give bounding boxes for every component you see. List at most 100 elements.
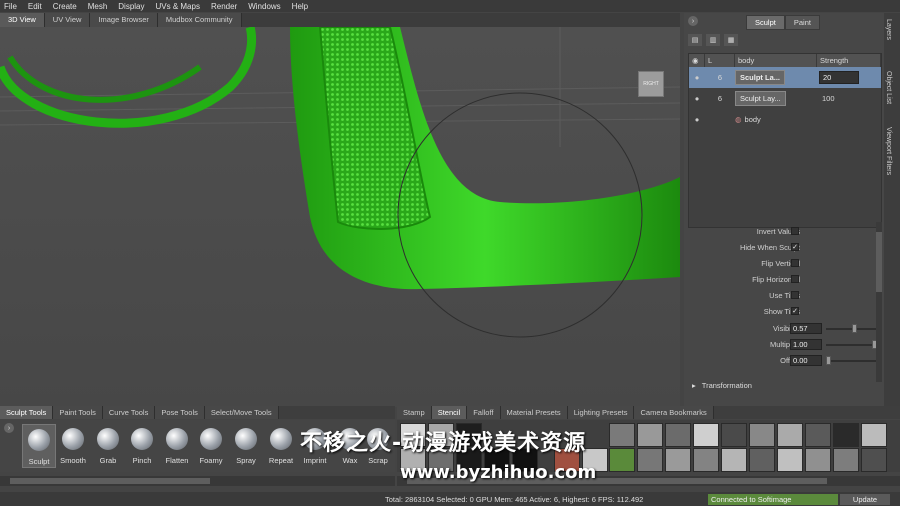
update-button[interactable]: Update xyxy=(840,494,890,505)
expand-arrow-icon[interactable]: ▸ xyxy=(692,381,696,390)
tab-falloff[interactable]: Falloff xyxy=(467,406,501,419)
stencil-thumbnail[interactable] xyxy=(777,448,803,472)
tab-image-browser[interactable]: Image Browser xyxy=(90,13,158,27)
tab-curve-tools[interactable]: Curve Tools xyxy=(102,406,156,419)
stencil-thumbnail[interactable] xyxy=(637,448,663,472)
tab-material-presets[interactable]: Material Presets xyxy=(500,406,568,419)
tab-camera-bookmarks[interactable]: Camera Bookmarks xyxy=(634,406,714,419)
tool-repeat[interactable]: Repeat xyxy=(264,424,298,468)
layer-name-button[interactable]: Sculpt La... xyxy=(735,70,786,85)
stencil-thumbnail[interactable] xyxy=(833,448,859,472)
tab-pose-tools[interactable]: Pose Tools xyxy=(155,406,205,419)
stencil-thumbnail[interactable] xyxy=(609,448,635,472)
collapse-arrow-icon[interactable]: › xyxy=(688,16,698,26)
tab-lighting-presets[interactable]: Lighting Presets xyxy=(567,406,635,419)
tab-sculpt-tools[interactable]: Sculpt Tools xyxy=(0,406,54,419)
tab-uv-view[interactable]: UV View xyxy=(44,13,91,27)
menu-create[interactable]: Create xyxy=(53,2,77,11)
visibility-slider[interactable] xyxy=(826,328,876,330)
menu-mesh[interactable]: Mesh xyxy=(88,2,108,11)
show-tiles-checkbox[interactable]: ✓ xyxy=(791,307,799,315)
scrollbar-thumb[interactable] xyxy=(10,478,210,484)
layers-header: ◉ L body Strength xyxy=(689,54,881,67)
delete-layer-icon[interactable]: ▥ xyxy=(706,34,720,46)
multiplier-input[interactable]: 1.00 xyxy=(790,339,822,350)
visibility-dot-icon[interactable]: ● xyxy=(689,115,705,124)
stencil-thumbnail[interactable] xyxy=(805,423,831,447)
stencil-thumbnail[interactable] xyxy=(833,423,859,447)
stencil-thumbnail[interactable] xyxy=(749,448,775,472)
visibility-input[interactable]: 0.57 xyxy=(790,323,822,334)
transformation-section[interactable]: ▸ Transformation xyxy=(692,379,877,392)
layer-level: 6 xyxy=(717,94,723,103)
menu-help[interactable]: Help xyxy=(292,2,308,11)
visibility-dot-icon[interactable]: ● xyxy=(689,94,705,103)
stencil-thumbnail[interactable] xyxy=(637,423,663,447)
tool-grab[interactable]: Grab xyxy=(91,424,125,468)
flatten-icon xyxy=(166,428,188,450)
stencil-thumbnail[interactable] xyxy=(693,423,719,447)
stencil-thumbnail[interactable] xyxy=(609,423,635,447)
strength-input[interactable]: 20 xyxy=(819,71,859,84)
tab-paint[interactable]: Paint xyxy=(784,15,820,30)
stencil-thumbnail[interactable] xyxy=(693,448,719,472)
menu-edit[interactable]: Edit xyxy=(28,2,42,11)
tab-select-move-tools[interactable]: Select/Move Tools xyxy=(204,406,279,419)
stencil-thumbnail[interactable] xyxy=(861,448,887,472)
hide-when-sculpt-checkbox[interactable]: ✓ xyxy=(791,243,799,251)
side-tab-object-list[interactable]: Object List xyxy=(885,71,892,104)
new-layer-icon[interactable]: ▤ xyxy=(688,34,702,46)
layer-row[interactable]: ● ◍ body xyxy=(689,109,881,130)
tab-3d-view[interactable]: 3D View xyxy=(0,13,45,27)
menu-uvs-maps[interactable]: UVs & Maps xyxy=(156,2,200,11)
stencil-thumbnail[interactable] xyxy=(805,448,831,472)
menu-render[interactable]: Render xyxy=(211,2,237,11)
visibility-dot-icon[interactable]: ● xyxy=(689,73,705,82)
view-cube[interactable]: RIGHT xyxy=(638,71,664,97)
tool-spray[interactable]: Spray xyxy=(229,424,263,468)
tray-expand-icon[interactable]: › xyxy=(4,423,14,433)
ring-wire-inner xyxy=(7,55,202,103)
tab-stencil[interactable]: Stencil xyxy=(431,406,468,419)
layer-options-icon[interactable]: ▦ xyxy=(724,34,738,46)
tab-sculpt[interactable]: Sculpt xyxy=(746,15,785,30)
level-column: L xyxy=(705,54,735,67)
tab-stamp[interactable]: Stamp xyxy=(397,406,432,419)
scrollbar-thumb[interactable] xyxy=(876,232,882,292)
side-tab-layers[interactable]: Layers xyxy=(885,19,892,40)
invert-values-checkbox[interactable] xyxy=(791,227,799,235)
tab-mudbox-community[interactable]: Mudbox Community xyxy=(157,13,242,27)
multiplier-slider[interactable] xyxy=(826,344,876,346)
menu-file[interactable]: File xyxy=(4,2,17,11)
tool-flatten[interactable]: Flatten xyxy=(160,424,194,468)
3d-viewport[interactable]: RIGHT xyxy=(0,27,680,407)
properties-scrollbar[interactable] xyxy=(876,222,882,382)
tool-tray-scrollbar[interactable] xyxy=(0,476,395,486)
side-tab-viewport-filters[interactable]: Viewport Filters xyxy=(885,127,892,175)
use-tiles-checkbox[interactable] xyxy=(791,291,799,299)
tab-paint-tools[interactable]: Paint Tools xyxy=(53,406,103,419)
stencil-thumbnail[interactable] xyxy=(721,423,747,447)
stencil-thumbnail[interactable] xyxy=(665,448,691,472)
offset-input[interactable]: 0.00 xyxy=(790,355,822,366)
stencil-thumbnail[interactable] xyxy=(749,423,775,447)
tool-pinch[interactable]: Pinch xyxy=(125,424,159,468)
offset-slider-thumb[interactable] xyxy=(826,356,831,365)
stencil-thumbnail[interactable] xyxy=(861,423,887,447)
tool-smooth[interactable]: Smooth xyxy=(56,424,90,468)
tool-foamy[interactable]: Foamy xyxy=(194,424,228,468)
stencil-thumbnail[interactable] xyxy=(665,423,691,447)
visibility-slider-thumb[interactable] xyxy=(852,324,857,333)
tool-sculpt[interactable]: Sculpt xyxy=(22,424,56,468)
stencil-thumbnail[interactable] xyxy=(721,448,747,472)
layer-row[interactable]: ● 6 Sculpt Lay... 100 xyxy=(689,88,881,109)
stencil-thumbnail[interactable] xyxy=(777,423,803,447)
layer-row[interactable]: ● 6 Sculpt La... 20 xyxy=(689,67,881,88)
layer-name-button[interactable]: Sculpt Lay... xyxy=(735,91,786,106)
offset-slider[interactable] xyxy=(826,360,876,362)
menu-display[interactable]: Display xyxy=(118,2,144,11)
menu-windows[interactable]: Windows xyxy=(248,2,280,11)
layer-level: 6 xyxy=(717,73,723,82)
flip-vertical-checkbox[interactable] xyxy=(791,259,799,267)
flip-horizontal-checkbox[interactable] xyxy=(791,275,799,283)
